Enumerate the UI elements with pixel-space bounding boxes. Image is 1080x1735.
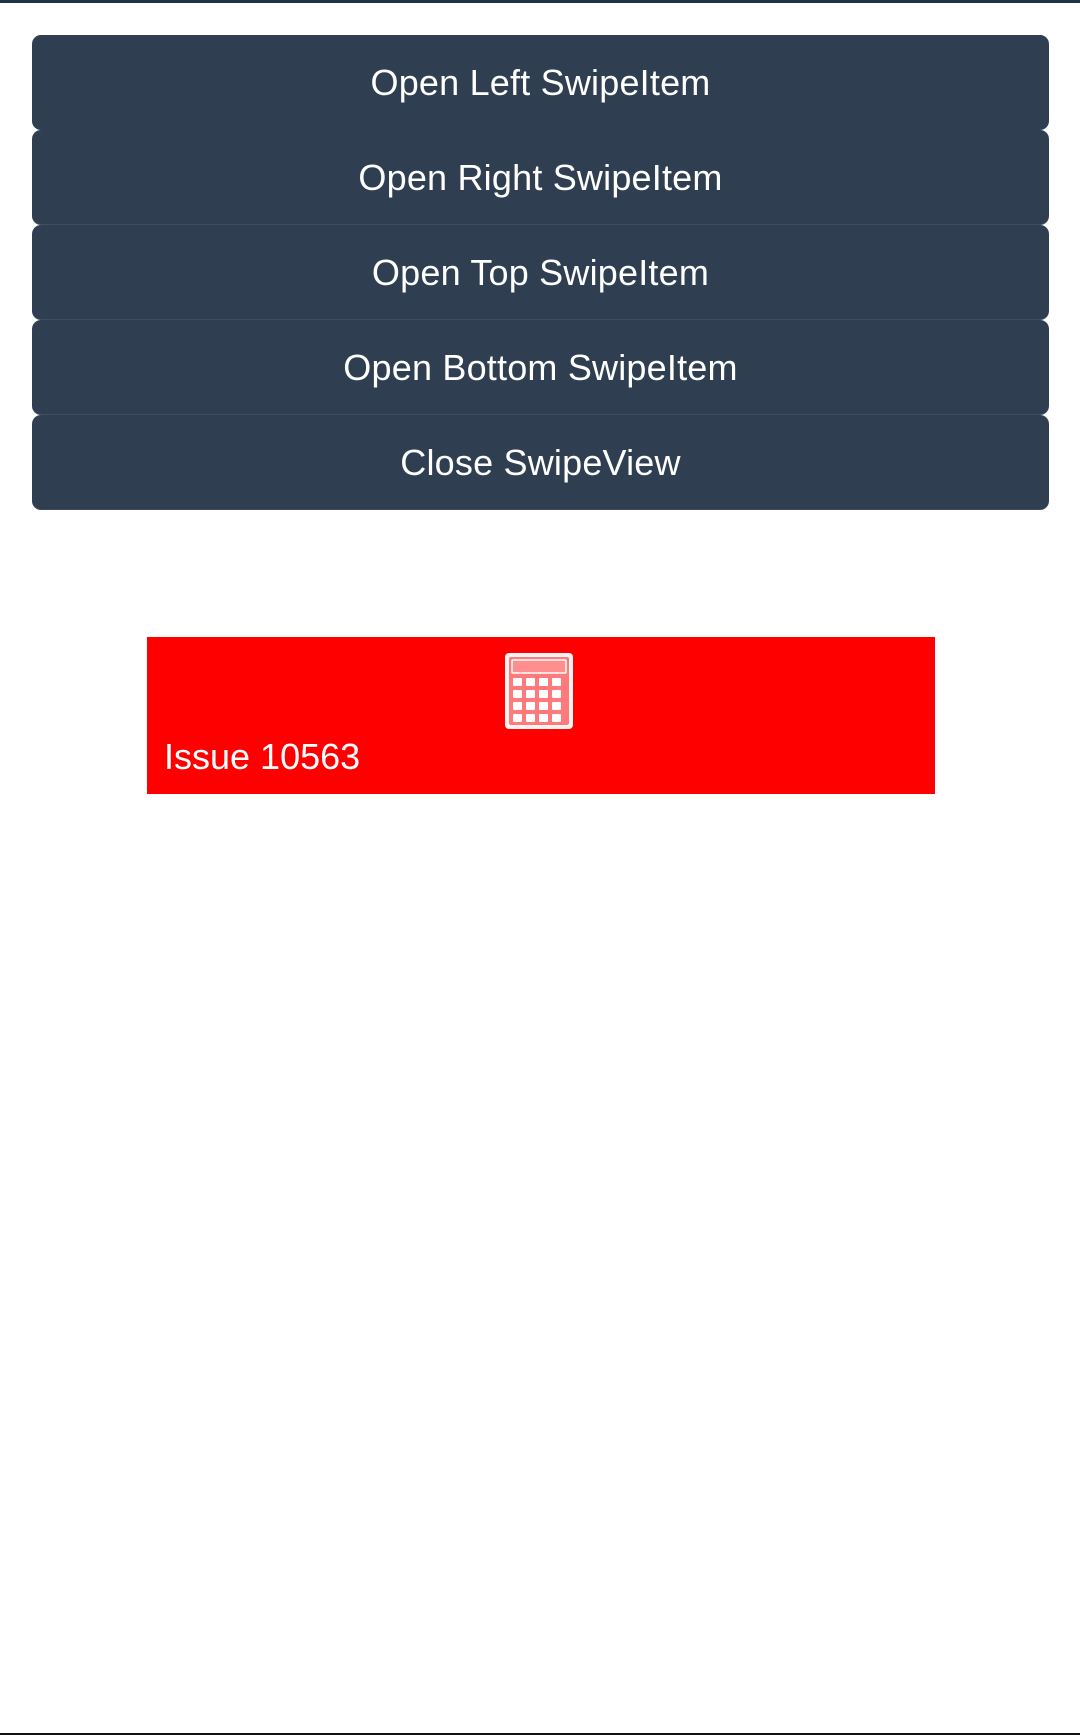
action-button-stack: Open Left SwipeItem Open Right SwipeItem…: [32, 35, 1049, 510]
open-left-swipeitem-button[interactable]: Open Left SwipeItem: [32, 35, 1049, 130]
open-top-swipeitem-button[interactable]: Open Top SwipeItem: [32, 225, 1049, 320]
swipe-view-label: Issue 10563: [164, 736, 361, 777]
open-bottom-swipeitem-button[interactable]: Open Bottom SwipeItem: [32, 320, 1049, 415]
open-right-swipeitem-button[interactable]: Open Right SwipeItem: [32, 130, 1049, 225]
close-swipeview-button[interactable]: Close SwipeView: [32, 415, 1049, 510]
calculator-icon: [505, 653, 573, 729]
swipe-view[interactable]: Issue 10563: [147, 637, 935, 794]
top-status-strip: [0, 0, 1080, 3]
